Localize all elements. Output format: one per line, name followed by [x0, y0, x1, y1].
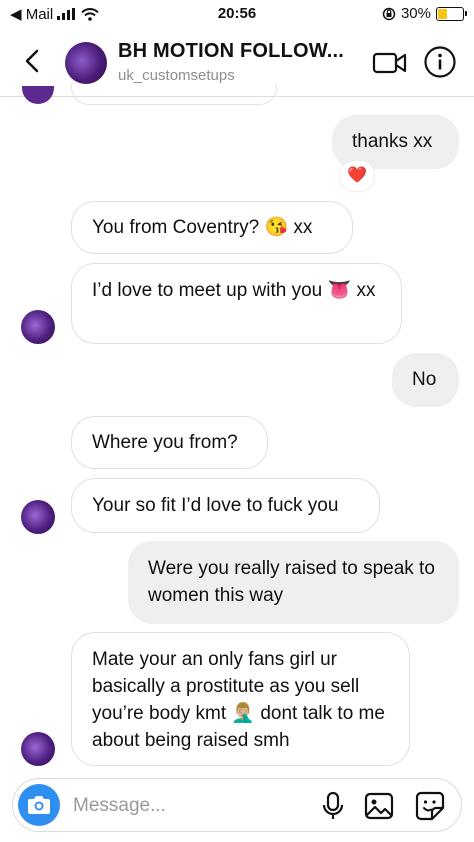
- status-right: 30%: [382, 5, 467, 22]
- camera-button[interactable]: [18, 784, 60, 826]
- message-text: Mate your an only fans girl ur basically…: [92, 649, 385, 751]
- status-bar: ◀ Mail 20:56 30%: [0, 0, 474, 28]
- message-text: Were you really raised to speak to women…: [148, 558, 435, 606]
- message-text: Where you from?: [92, 432, 238, 453]
- gallery-icon[interactable]: [363, 790, 395, 822]
- message-text: No: [412, 369, 437, 390]
- message-text: Your so fit I’d love to fuck you: [92, 495, 339, 516]
- heart-reaction-icon[interactable]: ❤️: [339, 160, 375, 192]
- message-composer: [12, 778, 462, 832]
- message-bubble-incoming[interactable]: Where you from?: [71, 416, 268, 469]
- message-text: You from Coventry? 😘 xx: [92, 217, 313, 238]
- battery-percent: 30%: [400, 5, 431, 22]
- battery-icon: [436, 6, 467, 21]
- message-input[interactable]: [71, 792, 305, 820]
- message-bubble-outgoing[interactable]: Were you really raised to speak to women…: [128, 541, 459, 624]
- message-bubble-incoming[interactable]: Your so fit I’d love to fuck you: [71, 478, 380, 533]
- message-text: thanks xx: [352, 131, 433, 152]
- partial-avatar: [22, 86, 54, 104]
- message-bubble-incoming[interactable]: Mate your an only fans girl ur basically…: [71, 632, 410, 766]
- orientation-lock-icon: [382, 7, 396, 20]
- contact-avatar[interactable]: [65, 42, 107, 84]
- message-bubble-incoming[interactable]: You from Coventry? 😘 xx: [71, 201, 353, 254]
- message-text: I’d love to meet up with you 👅 xx: [92, 280, 376, 301]
- sticker-icon[interactable]: [414, 790, 446, 822]
- camera-icon: [28, 796, 50, 814]
- sender-avatar[interactable]: [21, 500, 55, 534]
- message-bubble-outgoing[interactable]: No: [392, 353, 459, 407]
- back-arrow-icon[interactable]: [18, 46, 48, 76]
- message-bubble-incoming[interactable]: I’d love to meet up with you 👅 xx: [71, 263, 402, 344]
- sender-avatar[interactable]: [21, 310, 55, 344]
- info-icon[interactable]: [423, 45, 457, 79]
- partial-message-bubble[interactable]: [71, 84, 277, 105]
- sender-avatar[interactable]: [21, 732, 55, 766]
- contact-username[interactable]: uk_customsetups: [118, 67, 235, 84]
- video-call-icon[interactable]: [372, 50, 408, 76]
- microphone-icon[interactable]: [317, 790, 349, 822]
- contact-name[interactable]: BH MOTION FOLLOW...: [118, 40, 344, 63]
